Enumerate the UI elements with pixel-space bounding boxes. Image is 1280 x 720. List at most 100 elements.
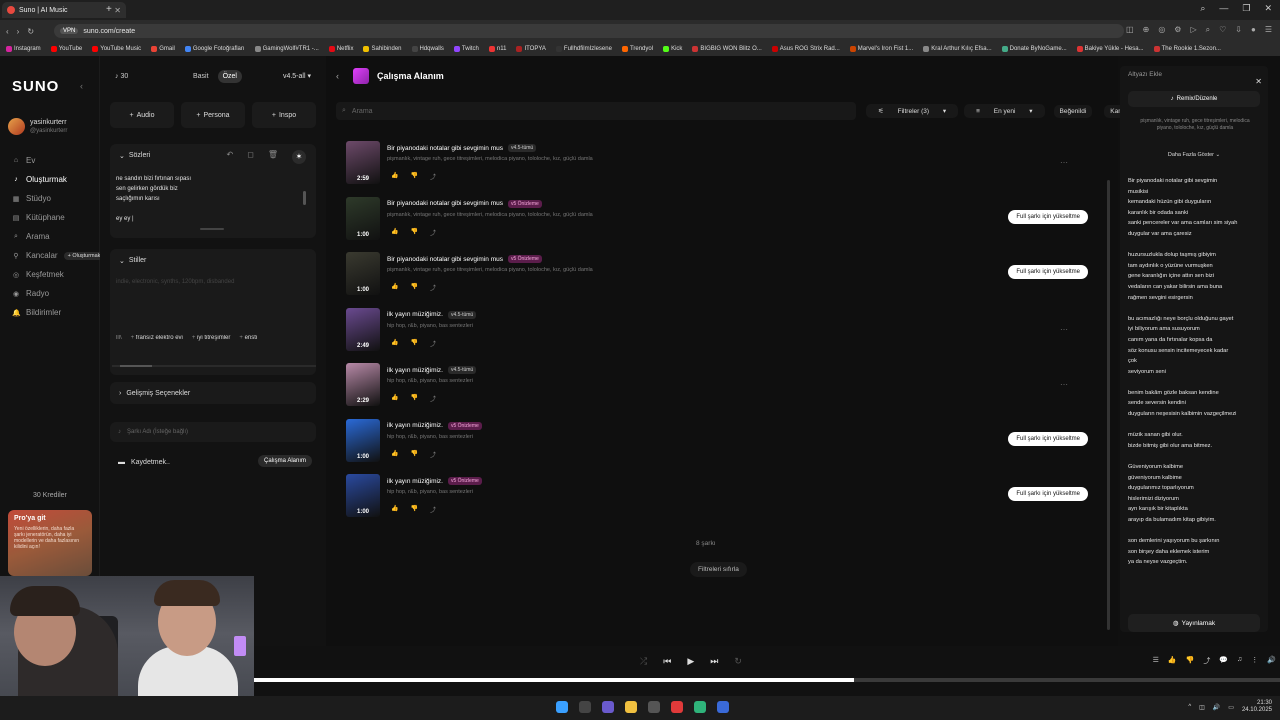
- mode-custom-tab[interactable]: Özel: [217, 69, 242, 83]
- maximize-icon[interactable]: ❐: [1242, 3, 1250, 14]
- share-icon[interactable]: ⤴: [430, 505, 436, 514]
- bookmark-item[interactable]: Twitch: [453, 46, 479, 52]
- like-icon[interactable]: 👍: [391, 394, 398, 403]
- forward-icon[interactable]: ›: [17, 27, 20, 36]
- more-options-icon[interactable]: ⋯: [1060, 380, 1068, 389]
- app-icon[interactable]: [648, 701, 660, 713]
- user-profile[interactable]: yasinkurterr @yasinkurterr: [8, 118, 67, 135]
- more-options-icon[interactable]: ⋯: [1060, 158, 1068, 167]
- bookmark-item[interactable]: YouTube: [50, 46, 82, 52]
- pro-promo-card[interactable]: Pro'ya git Yeni özelliklerin, daha fazla…: [8, 510, 92, 576]
- chips-icon-label[interactable]: lll\: [116, 335, 122, 341]
- share-icon[interactable]: ⤴: [430, 450, 436, 459]
- previous-icon[interactable]: ⏮: [663, 656, 671, 667]
- like-icon[interactable]: 👍: [391, 172, 398, 181]
- song-title[interactable]: Bir piyanodaki notalar gibi sevgimin mus: [387, 145, 503, 152]
- clock[interactable]: 21:30 24.10.2025: [1242, 700, 1272, 714]
- windows-start-icon[interactable]: [556, 701, 568, 713]
- extension-icon[interactable]: ◫: [1126, 25, 1134, 35]
- sidebar-item-8[interactable]: 🔔 Bildirimler: [12, 303, 104, 322]
- list-scrollbar[interactable]: [1107, 180, 1110, 630]
- sidebar-item-1[interactable]: ♪ Oluşturmak: [12, 170, 104, 189]
- remix-button[interactable]: ♪ Remix/Düzenle: [1128, 91, 1260, 107]
- song-row[interactable]: 1:00 ilk yayın müziğimiz. v5 Önizleme hip h…: [346, 474, 1098, 530]
- like-icon[interactable]: 👍: [391, 450, 398, 459]
- queue-icon[interactable]: ☰: [1153, 656, 1159, 666]
- lyrics-header[interactable]: ⌄ Sözleri: [119, 152, 150, 160]
- sidebar-item-7[interactable]: ◉ Radyo: [12, 284, 104, 303]
- bookmark-item[interactable]: Asus ROG Strix Rad...: [771, 46, 840, 52]
- extension-icon[interactable]: ⚙: [1174, 25, 1181, 35]
- song-row[interactable]: 1:00 Bir piyanodaki notalar gibi sevgimin…: [346, 252, 1098, 308]
- copy-icon[interactable]: ◻: [247, 150, 254, 164]
- version-select[interactable]: v4.5-all ▾: [283, 72, 311, 80]
- show-more-button[interactable]: Daha Fazla Göster ⌄: [1120, 152, 1268, 158]
- song-row[interactable]: 1:00 ilk yayın müziğimiz. v5 Önizleme hip h…: [346, 418, 1098, 475]
- close-tab-icon[interactable]: ✕: [114, 6, 121, 15]
- style-chip[interactable]: + iyi titreşimler: [192, 335, 231, 341]
- share-icon[interactable]: ⤴: [1203, 656, 1210, 666]
- song-row[interactable]: 2:29 ilk yayın müziğimiz. v4.5-tümü hip hop…: [346, 363, 1098, 419]
- repeat-icon[interactable]: ↻: [734, 656, 742, 667]
- magic-wand-icon[interactable]: ✶: [292, 150, 306, 164]
- bookmark-item[interactable]: Google Fotoğrafları: [184, 46, 245, 52]
- song-row[interactable]: 1:00 Bir piyanodaki notalar gibi sevgimin…: [346, 196, 1098, 253]
- lyrics-scrollbar[interactable]: [303, 191, 306, 205]
- more-icon[interactable]: ⋮: [1251, 656, 1258, 666]
- bookmark-item[interactable]: The Rookie 1.Sezon...: [1153, 46, 1221, 52]
- add-audio-button[interactable]: + Audio: [110, 102, 174, 128]
- extension-icon[interactable]: ◎: [1158, 25, 1165, 35]
- lyrics-icon[interactable]: ♫: [1237, 656, 1242, 666]
- dislike-icon[interactable]: 👎: [410, 172, 417, 181]
- search-tabs-icon[interactable]: ⌕: [1200, 3, 1205, 14]
- like-icon[interactable]: 👍: [391, 283, 398, 292]
- avatar[interactable]: [8, 118, 25, 135]
- close-icon[interactable]: ✕: [1255, 77, 1262, 86]
- sidebar-item-2[interactable]: ▦ Stüdyo: [12, 189, 104, 208]
- song-title[interactable]: Bir piyanodaki notalar gibi sevgimin mus: [387, 256, 503, 263]
- resize-handle[interactable]: [200, 228, 224, 230]
- sidebar-item-5[interactable]: ⚲ Kancalar + Oluşturmak: [12, 246, 105, 265]
- minimize-icon[interactable]: —: [1219, 3, 1228, 14]
- bookmark-item[interactable]: ITOPYA: [516, 46, 546, 52]
- new-tab-icon[interactable]: +: [106, 4, 112, 15]
- bookmark-item[interactable]: BIGBIG WON Blitz O...: [692, 46, 762, 52]
- like-icon[interactable]: 👍: [391, 228, 398, 237]
- song-cover[interactable]: 2:29: [346, 363, 380, 406]
- heart-icon[interactable]: ♡: [1219, 25, 1226, 35]
- battery-icon[interactable]: ▭: [1228, 704, 1234, 711]
- add-inspo-button[interactable]: + Inspo: [252, 102, 316, 128]
- bookmark-item[interactable]: Donate ByNoGame...: [1001, 46, 1067, 52]
- bookmark-item[interactable]: n11: [488, 46, 506, 52]
- share-icon[interactable]: ⤴: [430, 228, 436, 237]
- upscale-button[interactable]: Full şarkı için yükseltme: [1008, 487, 1088, 501]
- song-cover[interactable]: 2:59: [346, 141, 380, 184]
- bookmark-item[interactable]: YouTube Music: [92, 46, 141, 52]
- suno-logo[interactable]: SUNO: [12, 78, 59, 95]
- song-row[interactable]: 2:49 ilk yayın müziğimiz. v4.5-tümü hip hop…: [346, 307, 1098, 364]
- like-icon[interactable]: 👍: [391, 505, 398, 514]
- sidebar-item-3[interactable]: ▤ Kütüphane: [12, 208, 104, 227]
- shuffle-icon[interactable]: ⤮: [640, 656, 647, 667]
- volume-icon[interactable]: 🔊: [1267, 656, 1276, 666]
- back-icon[interactable]: ‹: [336, 71, 339, 81]
- extension-icon[interactable]: ▷: [1190, 25, 1196, 35]
- dislike-icon[interactable]: 👎: [410, 450, 417, 459]
- share-icon[interactable]: ⤴: [430, 172, 436, 181]
- dislike-icon[interactable]: 👎: [410, 228, 417, 237]
- song-title[interactable]: ilk yayın müziğimiz.: [387, 478, 443, 485]
- filter-0[interactable]: ⚟ Filtreler (3) ▾: [866, 104, 959, 118]
- back-icon[interactable]: ‹: [6, 27, 9, 36]
- bookmark-item[interactable]: Sahibinden: [363, 46, 402, 52]
- chips-scrollbar[interactable]: [112, 365, 316, 367]
- song-title[interactable]: ilk yayın müziğimiz.: [387, 311, 443, 318]
- network-icon[interactable]: ◫: [1199, 704, 1205, 711]
- bookmark-item[interactable]: Hdqwalls: [411, 46, 444, 52]
- share-icon[interactable]: ⤴: [430, 394, 436, 403]
- upscale-button[interactable]: Full şarkı için yükseltme: [1008, 431, 1088, 446]
- styles-input[interactable]: indie, electronic, synths, 120bpm, disba…: [116, 279, 234, 285]
- close-window-icon[interactable]: ✕: [1264, 3, 1272, 14]
- song-cover[interactable]: 1:00: [346, 474, 380, 517]
- bookmark-item[interactable]: Kral Arthur Kılıç Efsa...: [923, 46, 992, 52]
- create-hook-pill[interactable]: + Oluşturmak: [63, 251, 105, 260]
